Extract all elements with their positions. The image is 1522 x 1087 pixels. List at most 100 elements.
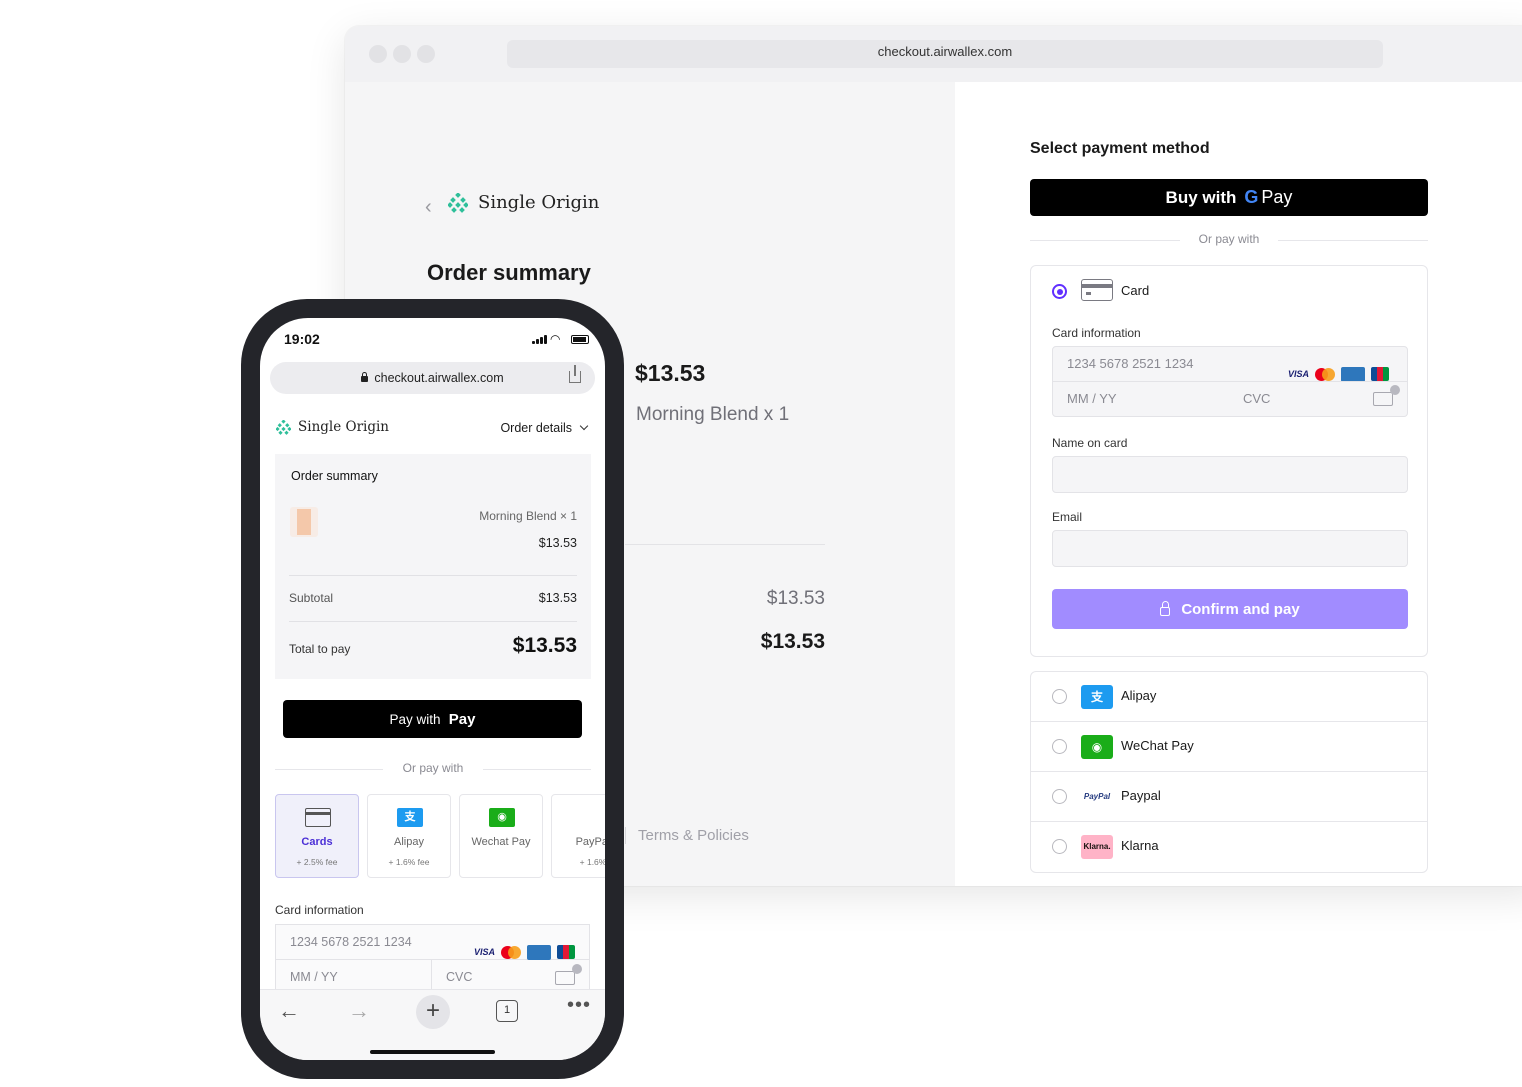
cvc-icon xyxy=(555,964,582,985)
name-on-card-label: Name on card xyxy=(1052,436,1128,450)
lock-icon xyxy=(1160,600,1171,616)
alipay-icon: 支 xyxy=(1081,685,1113,709)
or-pay-with-divider: Or pay with xyxy=(275,761,591,775)
cvc-input[interactable]: CVC xyxy=(1229,381,1408,417)
brand-name: Single Origin xyxy=(478,192,600,213)
tile-fee: + 2.5% fee xyxy=(296,857,338,867)
more-options-icon[interactable]: ••• xyxy=(567,994,591,1017)
payment-method-tiles: Cards + 2.5% fee 支 Alipay + 1.6% fee ◉ W… xyxy=(275,794,605,878)
order-details-label: Order details xyxy=(500,421,572,435)
tile-paypal[interactable]: P PayPal + 1.6% xyxy=(551,794,605,878)
cvc-placeholder: CVC xyxy=(1243,391,1271,406)
confirm-label: Confirm and pay xyxy=(1181,600,1300,618)
product-price: $13.53 xyxy=(538,536,577,550)
alipay-radio[interactable] xyxy=(1052,689,1067,704)
email-label: Email xyxy=(1052,510,1083,524)
google-pay-button[interactable]: Buy with G Pay xyxy=(1030,179,1428,216)
total-value: $13.53 xyxy=(512,634,577,657)
window-maximize-button[interactable] xyxy=(417,45,435,63)
total-label: Total to pay xyxy=(289,642,351,656)
amex-icon xyxy=(527,944,551,960)
card-radio[interactable] xyxy=(1052,284,1067,299)
divider xyxy=(289,621,577,622)
klarna-radio[interactable] xyxy=(1052,839,1067,854)
klarna-icon: Klarna. xyxy=(1081,835,1113,859)
card-number-input[interactable]: 1234 5678 2521 1234 VISA xyxy=(275,924,590,960)
method-label: Klarna xyxy=(1121,838,1159,853)
product-price: $13.53 xyxy=(635,360,706,386)
card-number-input[interactable]: 1234 5678 2521 1234 VISA xyxy=(1052,346,1408,382)
order-summary-title: Order summary xyxy=(427,260,591,285)
method-wechat-pay[interactable]: ◉ WeChat Pay xyxy=(1031,722,1427,772)
method-label: Paypal xyxy=(1121,788,1161,803)
tile-label: PayPal xyxy=(575,836,605,848)
wechat-icon: ◉ xyxy=(489,808,515,827)
wechat-radio[interactable] xyxy=(1052,739,1067,754)
subtotal-label: Subtotal xyxy=(289,591,334,605)
credit-card-icon xyxy=(1081,279,1113,301)
browser-toolbar: checkout.airwallex.com xyxy=(345,26,1522,82)
merchant-brand: Single Origin xyxy=(276,419,389,435)
new-tab-plus-icon[interactable]: + xyxy=(416,995,450,1029)
address-bar[interactable]: checkout.airwallex.com xyxy=(507,40,1383,68)
tile-wechat-pay[interactable]: ◉ Wechat Pay xyxy=(459,794,543,878)
order-details-toggle[interactable]: Order details xyxy=(500,421,589,435)
method-paypal[interactable]: PayPal Paypal xyxy=(1031,772,1427,822)
chevron-down-icon xyxy=(579,421,589,431)
method-klarna[interactable]: Klarna. Klarna xyxy=(1031,822,1427,872)
single-origin-logo-icon xyxy=(276,419,291,435)
apay-pay-label: Pay xyxy=(448,710,476,728)
apple-pay-logo-icon: Pay xyxy=(445,711,476,728)
gpay-label: Buy with xyxy=(1165,187,1237,207)
card-option-label: Card xyxy=(1121,283,1150,298)
total-value: $13.53 xyxy=(760,630,825,653)
tabs-button[interactable]: 1 xyxy=(496,1000,518,1022)
tile-fee: + 1.6% xyxy=(579,857,605,867)
apple-pay-button[interactable]: Pay with Pay xyxy=(283,700,582,738)
card-payment-panel: Card Card information 1234 5678 2521 123… xyxy=(1030,265,1428,657)
payment-method-title: Select payment method xyxy=(1030,140,1210,157)
paypal-radio[interactable] xyxy=(1052,789,1067,804)
tile-fee: + 1.6% fee xyxy=(388,857,430,867)
paypal-icon: P xyxy=(581,808,605,827)
divider xyxy=(289,575,577,576)
order-summary-title: Order summary xyxy=(291,469,378,483)
window-close-button[interactable] xyxy=(369,45,387,63)
window-minimize-button[interactable] xyxy=(393,45,411,63)
subtotal-value: $13.53 xyxy=(538,591,577,605)
name-on-card-input[interactable] xyxy=(1052,456,1408,493)
signal-icon xyxy=(532,335,547,344)
jcb-icon xyxy=(557,945,575,959)
method-label: WeChat Pay xyxy=(1121,738,1194,753)
method-alipay[interactable]: 支 Alipay xyxy=(1031,672,1427,722)
jcb-icon xyxy=(1371,367,1389,381)
mobile-address-bar[interactable]: checkout.airwallex.com xyxy=(270,362,595,394)
or-pay-with-divider: Or pay with xyxy=(1030,232,1428,246)
card-number-placeholder: 1234 5678 2521 1234 xyxy=(290,935,412,949)
amex-icon xyxy=(1341,366,1365,382)
order-summary-card: Order summary Morning Blend × 1 $13.53 S… xyxy=(275,454,591,679)
lock-icon xyxy=(361,372,369,382)
status-time: 19:02 xyxy=(284,331,320,347)
tile-label: Cards xyxy=(301,836,333,848)
apay-label: Pay with xyxy=(389,711,441,727)
single-origin-logo-icon xyxy=(448,192,468,213)
terms-link[interactable]: Terms & Policies xyxy=(625,827,749,844)
card-info-label: Card information xyxy=(275,903,364,917)
share-icon[interactable] xyxy=(569,365,581,383)
tile-alipay[interactable]: 支 Alipay + 1.6% fee xyxy=(367,794,451,878)
tile-cards[interactable]: Cards + 2.5% fee xyxy=(275,794,359,878)
tile-label: Alipay xyxy=(394,836,424,848)
back-chevron-icon[interactable]: ‹ xyxy=(425,196,432,219)
confirm-and-pay-button[interactable]: Confirm and pay xyxy=(1052,589,1408,629)
method-label: Alipay xyxy=(1121,688,1157,703)
home-indicator xyxy=(370,1050,495,1054)
product-name: Morning Blend × 1 xyxy=(479,509,577,523)
expiry-input[interactable]: MM / YY xyxy=(1052,381,1230,417)
gpay-pay-label: Pay xyxy=(1261,187,1293,207)
email-input[interactable] xyxy=(1052,530,1408,567)
card-icon xyxy=(305,808,331,827)
subtotal-value: $13.53 xyxy=(766,588,825,609)
forward-arrow-icon[interactable]: → xyxy=(348,998,370,1024)
back-arrow-icon[interactable]: ← xyxy=(278,998,300,1024)
